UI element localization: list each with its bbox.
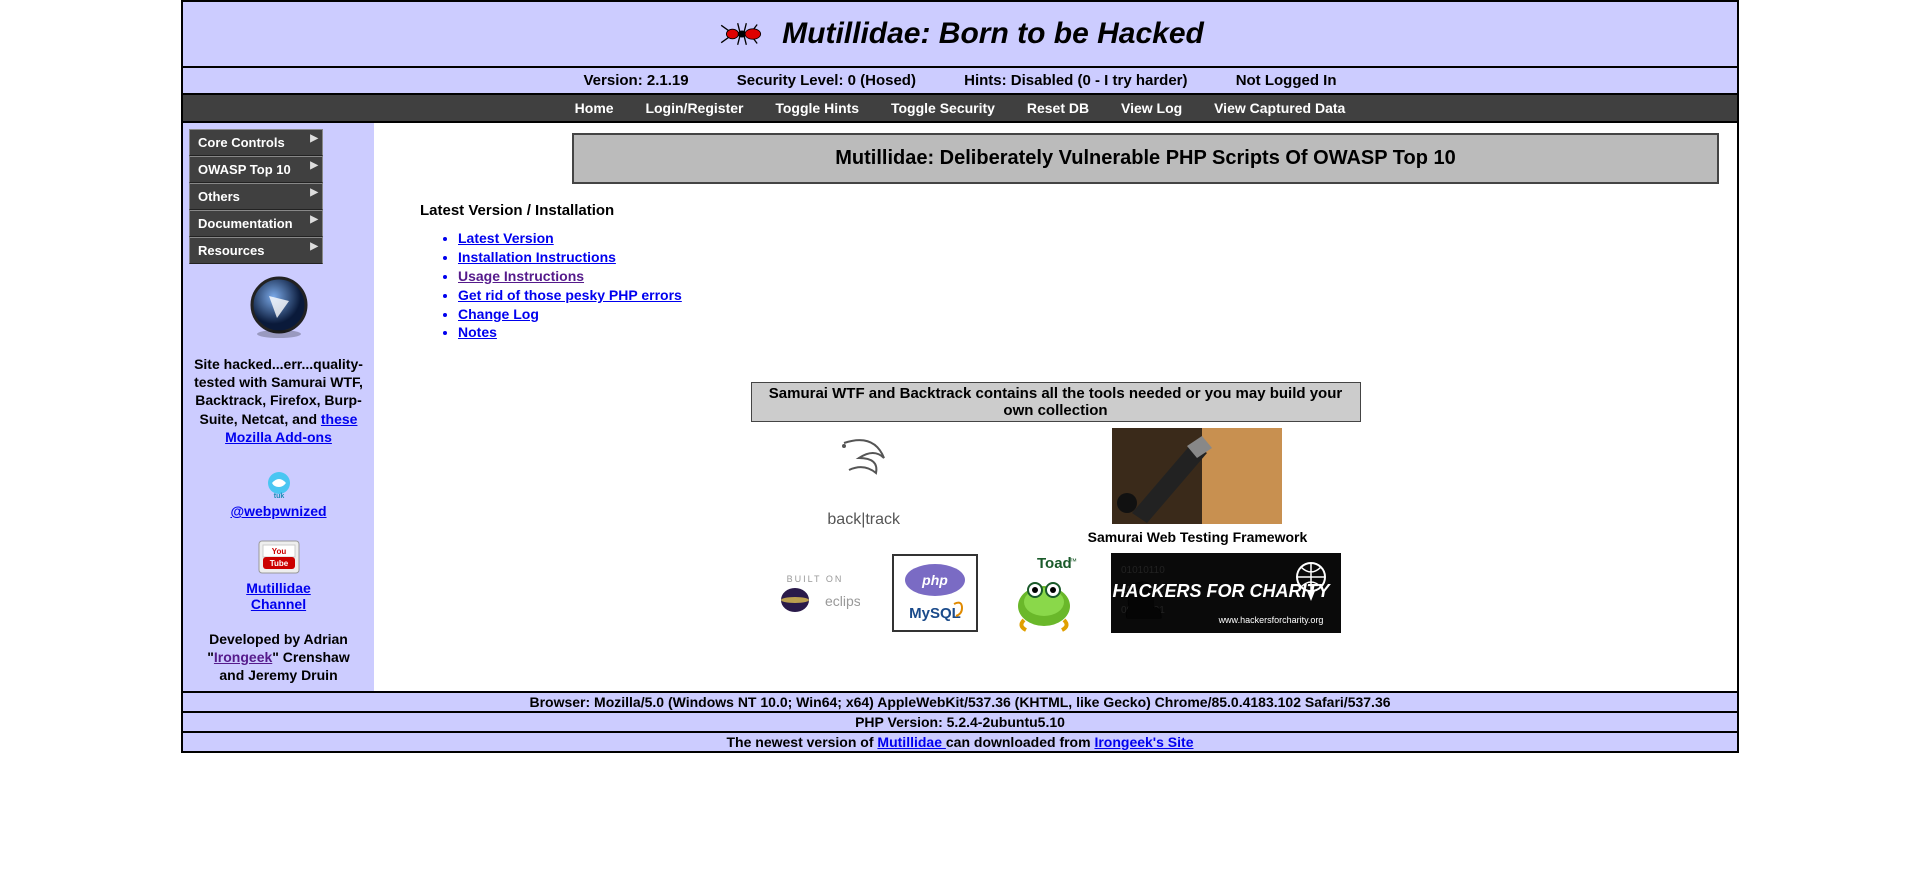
twitter-icon[interactable]: tuk (189, 470, 368, 503)
irongeek-site-link[interactable]: Irongeek's Site (1094, 734, 1193, 750)
menu-others[interactable]: Others ▶ (189, 183, 323, 210)
youtube-icon[interactable]: You Tube (189, 537, 368, 580)
menu-resources[interactable]: Resources ▶ (189, 237, 323, 264)
content-banner: Mutillidae: Deliberately Vulnerable PHP … (572, 133, 1719, 184)
yt-link-2[interactable]: Channel (251, 596, 306, 612)
samurai-label: Samurai Web Testing Framework (1088, 529, 1308, 545)
svg-text:Toad: Toad (1037, 555, 1072, 572)
backtrack-label: back|track (804, 511, 924, 529)
menu-label: Core Controls (198, 135, 285, 150)
svg-text:BUILT ON: BUILT ON (786, 574, 843, 584)
side-menu: Core Controls ▶ OWASP Top 10 ▶ Others ▶ Doc… (189, 129, 368, 264)
nav-login[interactable]: Login/Register (645, 100, 743, 116)
status-security: Security Level: 0 (Hosed) (737, 72, 916, 89)
link-changelog[interactable]: Change Log (458, 306, 539, 322)
samurai-logo[interactable]: Samurai Web Testing Framework (1088, 428, 1308, 545)
owasp-icon[interactable] (189, 276, 368, 343)
svg-text:01010110: 01010110 (1121, 565, 1165, 576)
menu-documentation[interactable]: Documentation ▶ (189, 210, 323, 237)
svg-text:™: ™ (1069, 557, 1077, 566)
svg-text:You: You (271, 547, 286, 556)
svg-text:HACKERS FOR CHARITY: HACKERS FOR CHARITY (1113, 581, 1332, 601)
toad-logo[interactable]: Toad ™ (1009, 554, 1079, 635)
header: Mutillidae: Born to be Hacked (181, 0, 1739, 68)
page-title: Mutillidae: Born to be Hacked (782, 17, 1204, 51)
eclipse-logo[interactable]: BUILT ON eclipse (770, 568, 860, 621)
menu-label: Others (198, 189, 240, 204)
menu-label: Documentation (198, 216, 293, 231)
chevron-right-icon: ▶ (310, 241, 318, 252)
link-list: Latest Version Installation Instructions… (458, 229, 1727, 342)
chevron-right-icon: ▶ (310, 133, 318, 144)
mutillidae-link[interactable]: Mutillidae (877, 734, 945, 750)
section-title: Latest Version / Installation (420, 202, 1727, 219)
menu-core-controls[interactable]: Core Controls ▶ (189, 129, 323, 156)
nav-view-captured[interactable]: View Captured Data (1214, 100, 1345, 116)
link-latest-version[interactable]: Latest Version (458, 230, 554, 246)
chevron-right-icon: ▶ (310, 160, 318, 171)
link-usage[interactable]: Usage Instructions (458, 268, 584, 284)
svg-text:www.hackersforcharity.org: www.hackersforcharity.org (1218, 615, 1324, 625)
php-mysql-logo[interactable]: php MySQL (892, 554, 978, 635)
svg-text:MySQL: MySQL (909, 605, 961, 622)
footer-newest: The newest version of Mutillidae can dow… (181, 733, 1739, 753)
menu-label: OWASP Top 10 (198, 162, 291, 177)
link-notes[interactable]: Notes (458, 324, 497, 340)
sidebar: Core Controls ▶ OWASP Top 10 ▶ Others ▶ Doc… (183, 123, 374, 691)
svg-text:Tube: Tube (269, 559, 288, 568)
logo-row-2: BUILT ON eclipse php MySQL Toad (384, 553, 1727, 636)
menu-label: Resources (198, 243, 264, 258)
status-login: Not Logged In (1236, 72, 1337, 89)
svg-text:eclipse: eclipse (825, 593, 860, 609)
text: can downloaded from (946, 734, 1095, 750)
text: The newest version of (726, 734, 877, 750)
link-install[interactable]: Installation Instructions (458, 249, 616, 265)
main-content: Mutillidae: Deliberately Vulnerable PHP … (374, 123, 1737, 691)
yt-link-1[interactable]: Mutillidae (246, 580, 311, 596)
footer-browser: Browser: Mozilla/5.0 (Windows NT 10.0; W… (181, 693, 1739, 713)
tested-text: Site hacked...err...quality-tested with … (189, 355, 368, 446)
backtrack-logo[interactable]: back|track (804, 428, 924, 529)
ant-icon (716, 8, 768, 60)
nav-home[interactable]: Home (575, 100, 614, 116)
link-php-errors[interactable]: Get rid of those pesky PHP errors (458, 287, 682, 303)
nav-toggle-hints[interactable]: Toggle Hints (775, 100, 859, 116)
svg-text:php: php (921, 572, 948, 588)
tools-banner: Samurai WTF and Backtrack contains all t… (751, 382, 1361, 422)
menu-owasp-top-10[interactable]: OWASP Top 10 ▶ (189, 156, 323, 183)
nav-reset-db[interactable]: Reset DB (1027, 100, 1089, 116)
nav-view-log[interactable]: View Log (1121, 100, 1182, 116)
logo-row-1: back|track Samurai Web Testing Framework (384, 428, 1727, 545)
footer-php: PHP Version: 5.2.4-2ubuntu5.10 (181, 713, 1739, 733)
status-version: Version: 2.1.19 (584, 72, 689, 89)
svg-text:tuk: tuk (273, 493, 284, 500)
dev-credit: Developed by Adrian "Irongeek" Crenshaw … (189, 630, 368, 685)
status-hints: Hints: Disabled (0 - I try harder) (964, 72, 1187, 89)
hackers-for-charity-logo[interactable]: 010101101100101000101101 HACKERS FOR CHA… (1111, 553, 1341, 636)
twitter-link[interactable]: @webpwnized (230, 503, 326, 519)
chevron-right-icon: ▶ (310, 214, 318, 225)
top-nav: Home Login/Register Toggle Hints Toggle … (181, 95, 1739, 123)
irongeek-link[interactable]: Irongeek (214, 649, 272, 665)
status-bar: Version: 2.1.19 Security Level: 0 (Hosed… (181, 68, 1739, 95)
nav-toggle-security[interactable]: Toggle Security (891, 100, 995, 116)
chevron-right-icon: ▶ (310, 187, 318, 198)
